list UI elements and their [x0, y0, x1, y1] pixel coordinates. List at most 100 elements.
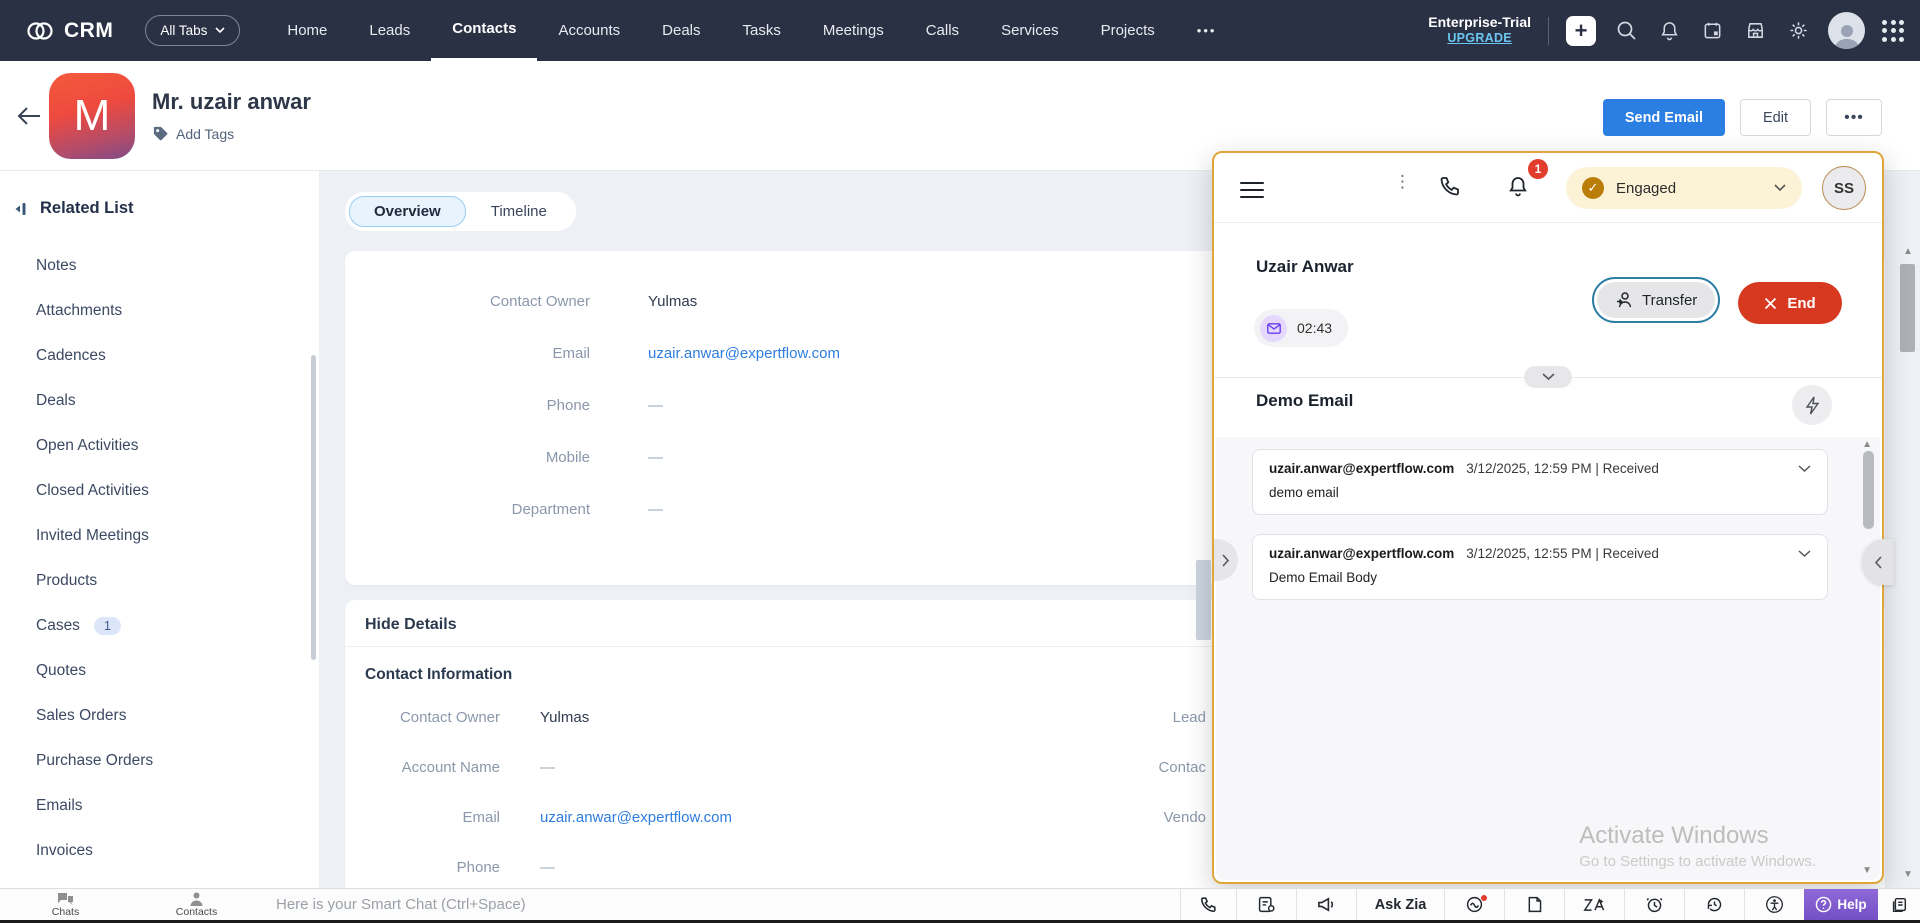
expand-chevron-icon[interactable] — [1798, 550, 1811, 558]
sidebar-item-notes[interactable]: Notes — [0, 243, 319, 288]
contact-information-title: Contact Information — [365, 666, 512, 684]
question-circle-icon — [1815, 896, 1832, 913]
expand-chevron-icon[interactable] — [1798, 465, 1811, 473]
add-tags-button[interactable]: Add Tags — [152, 125, 234, 142]
back-arrow-icon[interactable] — [16, 105, 44, 133]
nav-meetings[interactable]: Meetings — [802, 0, 905, 61]
sidebar-scrollbar[interactable] — [311, 355, 316, 660]
timer-value: 02:43 — [1297, 320, 1332, 336]
header-actions: Send Email Edit ••• — [1603, 99, 1882, 136]
hide-details-toggle[interactable]: Hide Details — [365, 616, 457, 634]
upgrade-link[interactable]: UPGRADE — [1428, 31, 1531, 47]
zia-sketch-icon[interactable] — [1564, 889, 1624, 920]
sidebar-item-cadences[interactable]: Cadences — [0, 333, 319, 378]
sidebar-item-purchase-orders[interactable]: Purchase Orders — [0, 738, 319, 783]
nav-services[interactable]: Services — [980, 0, 1080, 61]
nav-contacts[interactable]: Contacts — [431, 0, 537, 61]
panel-scrollbar[interactable] — [1863, 451, 1874, 529]
sidebar-item-campaigns[interactable]: Campaigns — [0, 873, 319, 888]
nav-accounts[interactable]: Accounts — [537, 0, 641, 61]
page-flip-icon[interactable] — [1504, 889, 1564, 920]
nav-projects[interactable]: Projects — [1080, 0, 1176, 61]
menu-hamburger-icon[interactable] — [1240, 177, 1264, 203]
sidebar-item-cases[interactable]: Cases1 — [0, 603, 319, 648]
transfer-person-icon — [1615, 291, 1633, 309]
caller-name: Uzair Anwar — [1256, 257, 1354, 277]
marketplace-icon[interactable] — [1742, 18, 1768, 44]
sidebar-item-quotes[interactable]: Quotes — [0, 648, 319, 693]
module-tabs: Home Leads Contacts Accounts Deals Tasks… — [266, 0, 1237, 61]
kebab-menu-icon[interactable]: ⋮ — [1394, 173, 1411, 190]
sidebar-item-invoices[interactable]: Invoices — [0, 828, 319, 873]
history-icon[interactable] — [1684, 889, 1744, 920]
brand[interactable]: CRM — [0, 17, 113, 45]
ask-zia-button[interactable]: Ask Zia — [1356, 889, 1444, 920]
app-grid-icon[interactable] — [1882, 20, 1904, 42]
transfer-button[interactable]: Transfer — [1592, 277, 1720, 323]
sidebar-item-deals[interactable]: Deals — [0, 378, 319, 423]
collapse-call-section-handle[interactable] — [1524, 366, 1572, 388]
sidebar-item-attachments[interactable]: Attachments — [0, 288, 319, 333]
nav-tasks[interactable]: Tasks — [722, 0, 802, 61]
scrollbar-thumb[interactable] — [1900, 264, 1915, 352]
help-button[interactable]: Help — [1804, 889, 1878, 920]
nav-calls[interactable]: Calls — [905, 0, 980, 61]
notifications-icon[interactable] — [1656, 18, 1682, 44]
sidebar-item-closed-activities[interactable]: Closed Activities — [0, 468, 319, 513]
email-link[interactable]: uzair.anwar@expertflow.com — [648, 345, 840, 362]
smart-chat-input[interactable] — [262, 889, 1180, 920]
feedback-form-icon[interactable] — [1236, 889, 1296, 920]
nav-deals[interactable]: Deals — [641, 0, 721, 61]
main-scrollbar[interactable] — [1196, 560, 1211, 640]
reminders-alarm-icon[interactable] — [1624, 889, 1684, 920]
panel-scroll-down-arrow[interactable]: ▼ — [1862, 865, 1872, 876]
edit-button[interactable]: Edit — [1740, 99, 1811, 136]
nav-leads[interactable]: Leads — [348, 0, 431, 61]
zia-alert-dot — [1481, 895, 1487, 901]
sidebar-item-sales-orders[interactable]: Sales Orders — [0, 693, 319, 738]
window-scrollbar[interactable]: ▲ ▼ — [1899, 240, 1917, 880]
accessibility-icon[interactable] — [1744, 889, 1804, 920]
softphone-bell-icon[interactable] — [1506, 174, 1530, 198]
zia-insights-icon[interactable] — [1444, 889, 1504, 920]
agent-status-dropdown[interactable]: ✓ Engaged — [1566, 167, 1802, 209]
chats-tab[interactable]: Chats — [0, 889, 131, 920]
sidebar-item-emails[interactable]: Emails — [0, 783, 319, 828]
email-body: demo email — [1269, 485, 1811, 500]
quick-actions-bolt-icon[interactable] — [1792, 385, 1832, 425]
notification-count-badge: 1 — [1528, 159, 1548, 179]
nav-more-icon[interactable]: ••• — [1176, 0, 1238, 61]
email-link[interactable]: uzair.anwar@expertflow.com — [540, 809, 732, 826]
cases-count-badge: 1 — [94, 617, 121, 635]
user-avatar[interactable] — [1828, 12, 1865, 49]
sidebar-item-invited-meetings[interactable]: Invited Meetings — [0, 513, 319, 558]
panel-scroll-up-arrow[interactable]: ▲ — [1862, 439, 1872, 450]
sidebar-item-products[interactable]: Products — [0, 558, 319, 603]
phone-call-icon[interactable] — [1180, 889, 1236, 920]
bottom-icons: Ask Zia Help — [1180, 889, 1920, 920]
contacts-tab[interactable]: Contacts — [131, 889, 262, 920]
email-item[interactable]: uzair.anwar@expertflow.com 3/12/2025, 12… — [1252, 534, 1828, 600]
zoho-logo-icon — [26, 17, 54, 45]
collapse-panel-icon[interactable] — [12, 201, 28, 217]
send-email-button[interactable]: Send Email — [1603, 99, 1725, 136]
copy-cards-icon[interactable] — [1878, 889, 1920, 920]
email-item[interactable]: uzair.anwar@expertflow.com 3/12/2025, 12… — [1252, 449, 1828, 515]
all-tabs-dropdown[interactable]: All Tabs — [145, 15, 240, 46]
more-actions-button[interactable]: ••• — [1826, 99, 1882, 136]
tab-timeline[interactable]: Timeline — [466, 196, 572, 227]
scroll-down-arrow[interactable]: ▼ — [1903, 869, 1913, 880]
sidebar-item-open-activities[interactable]: Open Activities — [0, 423, 319, 468]
scroll-up-arrow[interactable]: ▲ — [1903, 246, 1913, 257]
tab-overview[interactable]: Overview — [349, 196, 466, 227]
announcements-megaphone-icon[interactable] — [1296, 889, 1356, 920]
dialer-phone-icon[interactable] — [1438, 174, 1462, 198]
agent-avatar[interactable]: SS — [1822, 166, 1866, 210]
status-check-icon: ✓ — [1582, 177, 1604, 199]
calendar-icon[interactable] — [1699, 18, 1725, 44]
settings-gear-icon[interactable] — [1785, 18, 1811, 44]
quick-create-button[interactable]: + — [1566, 16, 1596, 46]
nav-home[interactable]: Home — [266, 0, 348, 61]
end-call-button[interactable]: End — [1738, 282, 1842, 324]
search-icon[interactable] — [1613, 18, 1639, 44]
